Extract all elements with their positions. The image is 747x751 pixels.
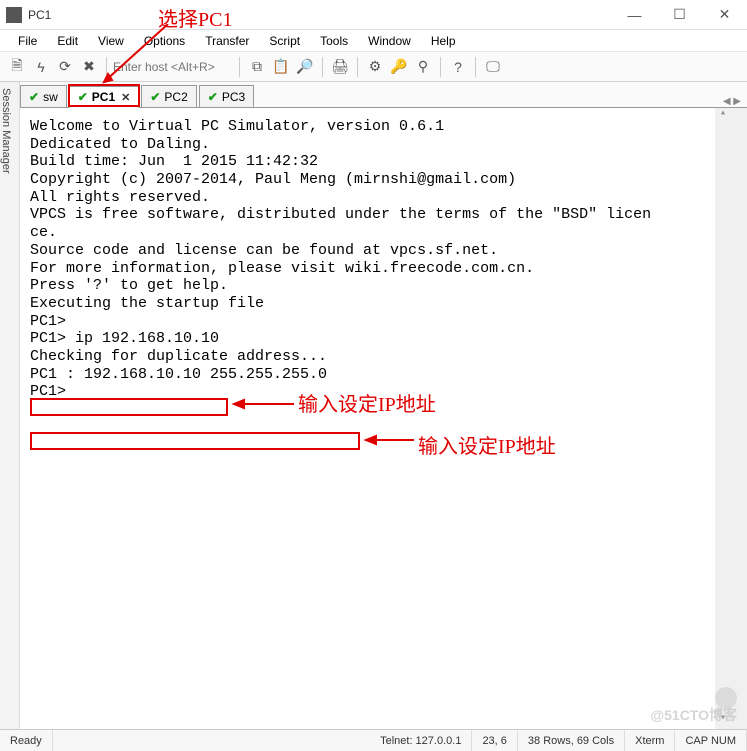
menu-options[interactable]: Options <box>136 34 193 48</box>
tab-label: PC1 <box>92 90 115 104</box>
toolbar-separator <box>357 57 358 77</box>
tab-pc2[interactable]: ✔ PC2 <box>141 85 196 107</box>
paste-icon[interactable]: 📋 <box>270 56 292 78</box>
status-telnet: Telnet: 127.0.0.1 <box>370 730 472 751</box>
session-tabs: ✔ sw ✔ PC1 ✕ ✔ PC2 ✔ PC3 ◀ ▶ <box>20 82 747 108</box>
menu-script[interactable]: Script <box>261 34 308 48</box>
host-entry[interactable] <box>113 60 233 74</box>
tab-label: PC2 <box>164 90 187 104</box>
terminal-line: Checking for duplicate address... <box>30 348 725 366</box>
toolbar: 🗎 ϟ ⟳ ✖ ⧉ 📋 🔎 🖨 ⚙ 🔑 ⚲ ? 🖵 <box>0 52 747 82</box>
terminal-line: Executing the startup file <box>30 295 725 313</box>
terminal-line: PC1 : 192.168.10.10 255.255.255.0 <box>30 366 725 384</box>
statusbar: Ready Telnet: 127.0.0.1 23, 6 38 Rows, 6… <box>0 729 747 751</box>
terminal-line: For more information, please visit wiki.… <box>30 260 725 278</box>
reconnect-icon[interactable]: ⟳ <box>54 56 76 78</box>
terminal-line: All rights reserved. <box>30 189 725 207</box>
check-icon: ✔ <box>29 90 39 104</box>
find-icon[interactable]: 🔎 <box>294 56 316 78</box>
window-controls: — ☐ ✕ <box>612 0 747 30</box>
tag-icon[interactable]: ⚲ <box>412 56 434 78</box>
copy-icon[interactable]: ⧉ <box>246 56 268 78</box>
minimize-button[interactable]: — <box>612 0 657 30</box>
tab-pc3[interactable]: ✔ PC3 <box>199 85 254 107</box>
status-size: 38 Rows, 69 Cols <box>518 730 625 751</box>
terminal-line: ce. <box>30 224 725 242</box>
watermark-text: @51CTO博客 <box>650 705 737 725</box>
help-icon[interactable]: ? <box>447 56 469 78</box>
status-pos: 23, 6 <box>472 730 517 751</box>
disconnect-icon[interactable]: ✖ <box>78 56 100 78</box>
status-caps: CAP NUM <box>675 730 747 751</box>
key-icon[interactable]: 🔑 <box>388 56 410 78</box>
menubar: File Edit View Options Transfer Script T… <box>0 30 747 52</box>
menu-tools[interactable]: Tools <box>312 34 356 48</box>
right-area: ✔ sw ✔ PC1 ✕ ✔ PC2 ✔ PC3 ◀ ▶ Welcome to … <box>20 82 747 729</box>
main-area: Session Manager ✔ sw ✔ PC1 ✕ ✔ PC2 ✔ PC3… <box>0 82 747 729</box>
menu-help[interactable]: Help <box>423 34 464 48</box>
maximize-button[interactable]: ☐ <box>657 0 702 30</box>
scroll-up-icon[interactable]: ▴ <box>715 108 731 124</box>
terminal[interactable]: Welcome to Virtual PC Simulator, version… <box>20 108 747 729</box>
screen-icon[interactable]: 🖵 <box>482 56 504 78</box>
check-icon: ✔ <box>78 90 88 104</box>
status-ready: Ready <box>0 730 53 751</box>
check-icon: ✔ <box>150 90 160 104</box>
check-icon: ✔ <box>208 90 218 104</box>
tab-scroll-arrows[interactable]: ◀ ▶ <box>723 96 741 107</box>
toolbar-separator <box>322 57 323 77</box>
terminal-line: PC1> <box>30 313 725 331</box>
close-button[interactable]: ✕ <box>702 0 747 30</box>
terminal-line: Source code and license can be found at … <box>30 242 725 260</box>
toolbar-separator <box>106 57 107 77</box>
terminal-line: Copyright (c) 2007-2014, Paul Meng (mirn… <box>30 171 725 189</box>
menu-view[interactable]: View <box>90 34 132 48</box>
tab-label: PC3 <box>222 90 245 104</box>
menu-edit[interactable]: Edit <box>49 34 86 48</box>
quick-connect-icon[interactable]: ϟ <box>30 56 52 78</box>
tab-pc1[interactable]: ✔ PC1 ✕ <box>69 86 140 108</box>
menu-file[interactable]: File <box>10 34 45 48</box>
host-input[interactable] <box>113 60 233 74</box>
options-icon[interactable]: ⚙ <box>364 56 386 78</box>
app-icon <box>6 7 22 23</box>
tab-sw[interactable]: ✔ sw <box>20 85 67 107</box>
terminal-line: Dedicated to Daling. <box>30 136 725 154</box>
toolbar-separator <box>239 57 240 77</box>
scrollbar-vertical[interactable]: ▴ ▾ <box>715 108 731 729</box>
session-manager-tab[interactable]: Session Manager <box>0 82 20 729</box>
tab-label: sw <box>43 90 58 104</box>
tab-close-icon[interactable]: ✕ <box>121 91 130 104</box>
terminal-line: VPCS is free software, distributed under… <box>30 206 725 224</box>
toolbar-separator <box>440 57 441 77</box>
terminal-line: Build time: Jun 1 2015 11:42:32 <box>30 153 725 171</box>
terminal-line: PC1> <box>30 383 725 401</box>
window-title: PC1 <box>28 8 612 22</box>
terminal-line: Press '?' to get help. <box>30 277 725 295</box>
new-session-icon[interactable]: 🗎 <box>6 56 28 78</box>
titlebar: PC1 — ☐ ✕ <box>0 0 747 30</box>
menu-window[interactable]: Window <box>360 34 419 48</box>
print-icon[interactable]: 🖨 <box>329 56 351 78</box>
terminal-line: PC1> ip 192.168.10.10 <box>30 330 725 348</box>
toolbar-separator <box>475 57 476 77</box>
terminal-line: Welcome to Virtual PC Simulator, version… <box>30 118 725 136</box>
menu-transfer[interactable]: Transfer <box>197 34 257 48</box>
status-term: Xterm <box>625 730 675 751</box>
